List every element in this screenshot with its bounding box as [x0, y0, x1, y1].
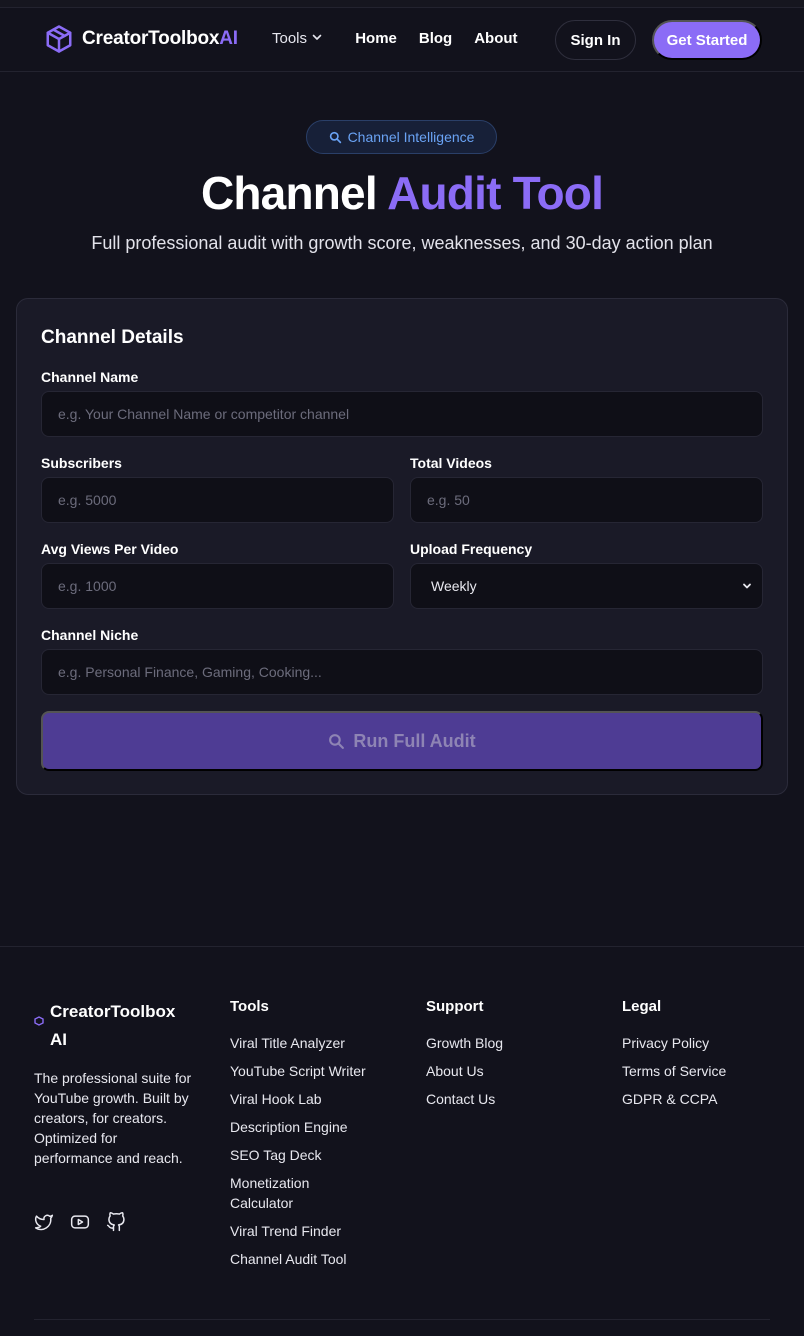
- footer-description: The professional suite for YouTube growt…: [34, 1070, 192, 1166]
- title-accent: Audit Tool: [387, 167, 604, 219]
- chevron-down-icon: [312, 34, 322, 40]
- footer-link-about-us[interactable]: About Us: [426, 1061, 586, 1081]
- footer-link-description-engine[interactable]: Description Engine: [230, 1117, 390, 1137]
- nav-home-link[interactable]: Home: [355, 30, 397, 47]
- nav-tools-label: Tools: [272, 30, 308, 47]
- footer-link-channel-audit-tool[interactable]: Channel Audit Tool: [230, 1249, 390, 1269]
- footer-bottom-divider: [34, 1319, 770, 1320]
- footer-brand-name: CreatorToolbox AI: [50, 1002, 176, 1049]
- subscribers-input[interactable]: e.g. 5000: [41, 477, 394, 523]
- brand-logo[interactable]: CreatorToolboxAI: [44, 24, 238, 54]
- nav-blog-link[interactable]: Blog: [419, 30, 452, 47]
- footer-link-viral-trend-finder[interactable]: Viral Trend Finder: [230, 1221, 390, 1241]
- channel-details-card: Channel Details Channel Name e.g. Your C…: [16, 298, 788, 795]
- badge-label: Channel Intelligence: [347, 129, 475, 145]
- upload-frequency-label: Upload Frequency: [410, 541, 533, 557]
- cube-logo-icon: [46, 25, 72, 53]
- chevron-down-icon: [743, 583, 751, 589]
- search-icon: [329, 733, 345, 749]
- youtube-icon: [70, 1215, 90, 1229]
- page-subtitle: Full professional audit with growth scor…: [91, 233, 713, 253]
- upload-frequency-select[interactable]: Weekly: [410, 563, 763, 609]
- top-edge: [0, 0, 804, 8]
- total-videos-label: Total Videos: [410, 455, 492, 471]
- brand-name: CreatorToolboxAI: [82, 28, 238, 49]
- run-full-audit-button[interactable]: Run Full Audit: [41, 711, 763, 771]
- nav-about-link[interactable]: About: [474, 30, 517, 47]
- youtube-link[interactable]: [70, 1212, 90, 1232]
- nav-tools-dropdown[interactable]: Tools: [272, 30, 323, 47]
- avg-views-input[interactable]: e.g. 1000: [41, 563, 394, 609]
- footer-link-terms-of-service[interactable]: Terms of Service: [622, 1061, 782, 1081]
- total-videos-input[interactable]: e.g. 50: [410, 477, 763, 523]
- twitter-link[interactable]: [34, 1212, 54, 1232]
- nav-links: Tools Home Blog About: [272, 30, 518, 47]
- footer-divider: [0, 946, 804, 947]
- card-title: Channel Details: [41, 327, 184, 348]
- sign-in-button[interactable]: Sign In: [555, 20, 636, 60]
- page-title: Channel Audit Tool: [0, 166, 804, 220]
- github-link[interactable]: [106, 1212, 126, 1232]
- footer-link-viral-title-analyzer[interactable]: Viral Title Analyzer: [230, 1033, 390, 1053]
- footer-link-monetization-calculator[interactable]: Monetization Calculator: [230, 1173, 340, 1213]
- title-main: Channel: [200, 167, 378, 219]
- channel-name-label: Channel Name: [41, 369, 139, 385]
- footer-link-gdpr-ccpa[interactable]: GDPR & CCPA: [622, 1089, 782, 1109]
- channel-intelligence-badge: Channel Intelligence: [306, 120, 497, 154]
- social-links: [34, 1212, 126, 1232]
- search-icon: [329, 131, 341, 143]
- navbar: CreatorToolboxAI Tools Home Blog About S…: [0, 8, 804, 72]
- footer-tools-column: Tools Viral Title Analyzer YouTube Scrip…: [230, 998, 390, 1277]
- footer-legal-heading: Legal: [622, 998, 662, 1015]
- footer-link-contact-us[interactable]: Contact Us: [426, 1089, 586, 1109]
- subscribers-label: Subscribers: [41, 455, 122, 471]
- footer-link-growth-blog[interactable]: Growth Blog: [426, 1033, 586, 1053]
- footer-link-seo-tag-deck[interactable]: SEO Tag Deck: [230, 1145, 390, 1165]
- footer-link-youtube-script-writer[interactable]: YouTube Script Writer: [230, 1061, 390, 1081]
- twitter-icon: [34, 1214, 54, 1231]
- footer-tools-heading: Tools: [230, 998, 269, 1015]
- footer-link-privacy-policy[interactable]: Privacy Policy: [622, 1033, 782, 1053]
- get-started-button[interactable]: Get Started: [652, 20, 762, 60]
- run-button-label: Run Full Audit: [353, 730, 476, 751]
- footer-support-heading: Support: [426, 998, 484, 1015]
- cube-logo-icon: [34, 1016, 44, 1026]
- avg-views-label: Avg Views Per Video: [41, 541, 179, 557]
- github-icon: [106, 1212, 125, 1232]
- footer-link-viral-hook-lab[interactable]: Viral Hook Lab: [230, 1089, 390, 1109]
- footer-support-column: Support Growth Blog About Us Contact Us: [426, 998, 586, 1117]
- footer-brand[interactable]: CreatorToolbox AI: [34, 998, 190, 1054]
- channel-niche-label: Channel Niche: [41, 627, 139, 643]
- channel-niche-input[interactable]: e.g. Personal Finance, Gaming, Cooking..…: [41, 649, 763, 695]
- upload-frequency-value: Weekly: [431, 578, 477, 594]
- channel-name-input[interactable]: e.g. Your Channel Name or competitor cha…: [41, 391, 763, 437]
- footer-legal-column: Legal Privacy Policy Terms of Service GD…: [622, 998, 782, 1117]
